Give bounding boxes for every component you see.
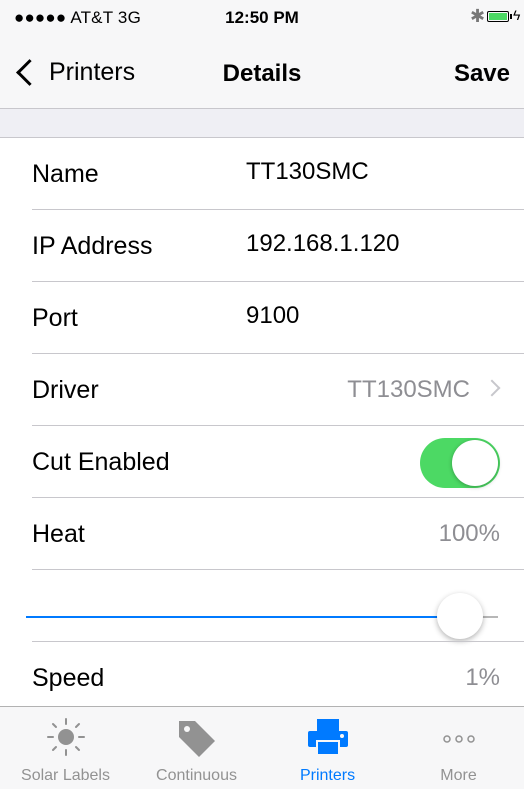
row-speed: Speed 1% [0, 642, 524, 714]
slider-track-filled [26, 616, 461, 618]
row-driver[interactable]: Driver TT130SMC [0, 354, 524, 426]
row-cut-enabled: Cut Enabled [0, 426, 524, 498]
name-field[interactable]: TT130SMC [246, 158, 369, 186]
row-heat: Heat 100% [0, 498, 524, 570]
name-label: Name [32, 160, 99, 188]
more-dots-icon [442, 735, 475, 743]
status-time: 12:50 PM [225, 8, 299, 27]
tab-more[interactable]: More [393, 707, 524, 789]
sun-icon [46, 718, 85, 756]
toggle-knob [452, 440, 498, 486]
printer-icon [307, 719, 348, 756]
tab-continuous[interactable]: Continuous [131, 707, 262, 789]
tab-label: Continuous [156, 767, 237, 784]
driver-label: Driver [32, 376, 99, 404]
row-ip-address[interactable]: IP Address 192.168.1.120 [0, 210, 524, 282]
status-bar: ●●●●● AT&T 3G 12:50 PM ✱ ϟ [0, 0, 524, 36]
charging-icon: ϟ [513, 7, 521, 23]
tab-solar-labels[interactable]: Solar Labels [0, 707, 131, 789]
speed-label: Speed [32, 664, 105, 692]
driver-value: TT130SMC [347, 376, 470, 403]
tab-bar: Solar Labels Continuous Printers More [0, 706, 524, 789]
section-header-spacer [0, 109, 524, 138]
heat-slider[interactable] [26, 593, 498, 639]
port-label: Port [32, 304, 78, 332]
port-field[interactable]: 9100 [246, 302, 299, 330]
row-name[interactable]: Name TT130SMC [0, 138, 524, 210]
save-button[interactable]: Save [454, 60, 510, 88]
row-heat-slider [0, 570, 524, 642]
battery-tip [510, 14, 512, 19]
slider-thumb[interactable] [437, 593, 484, 639]
page-title: Details [222, 60, 302, 87]
ip-address-label: IP Address [32, 232, 153, 260]
speed-value: 1% [465, 664, 500, 691]
top-bar: ●●●●● AT&T 3G 12:50 PM ✱ ϟ Printers Deta… [0, 0, 524, 109]
heat-value: 100% [438, 520, 500, 547]
tab-printers[interactable]: Printers [262, 707, 393, 789]
cut-enabled-label: Cut Enabled [32, 448, 170, 476]
navigation-bar: Printers Details Save [0, 36, 524, 108]
row-port[interactable]: Port 9100 [0, 282, 524, 354]
battery-icon [487, 11, 509, 22]
chevron-right-icon [483, 379, 501, 397]
tab-label: Printers [299, 767, 356, 784]
tab-label: Solar Labels [21, 767, 110, 784]
cut-enabled-toggle[interactable] [420, 438, 500, 488]
tab-label: More [440, 767, 477, 784]
bluetooth-icon: ✱ [470, 6, 486, 26]
tag-icon [178, 721, 215, 757]
ip-address-field[interactable]: 192.168.1.120 [246, 230, 399, 258]
heat-label: Heat [32, 520, 85, 548]
